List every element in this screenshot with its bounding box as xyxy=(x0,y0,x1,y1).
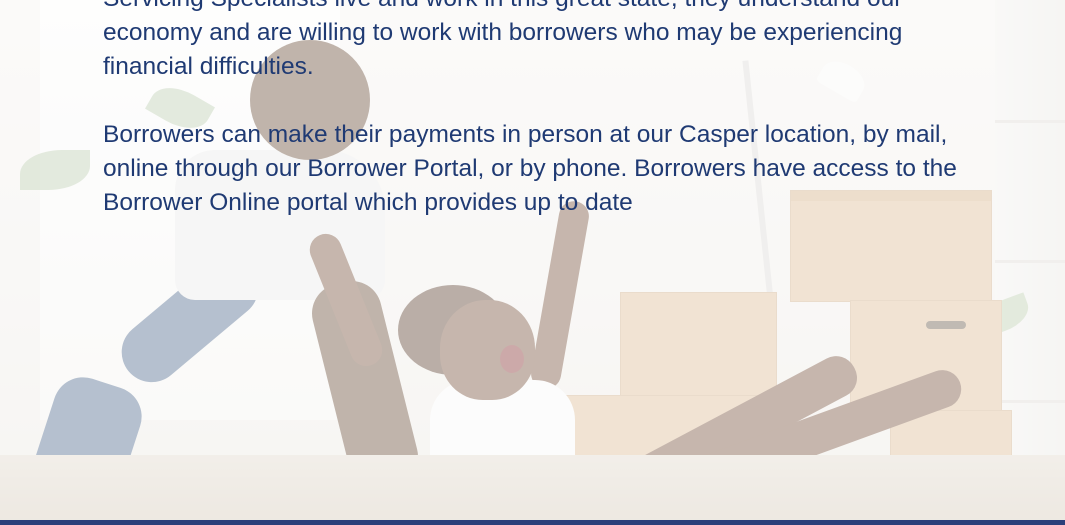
paragraph-payment-methods: Borrowers can make their payments in per… xyxy=(103,121,957,216)
bottom-accent-bar xyxy=(0,520,1065,525)
hero-section: Servicing Specialists live and work in t… xyxy=(0,0,1065,525)
body-copy: Servicing Specialists live and work in t… xyxy=(103,0,963,254)
paragraph-servicing-specialists: Servicing Specialists live and work in t… xyxy=(103,0,903,80)
